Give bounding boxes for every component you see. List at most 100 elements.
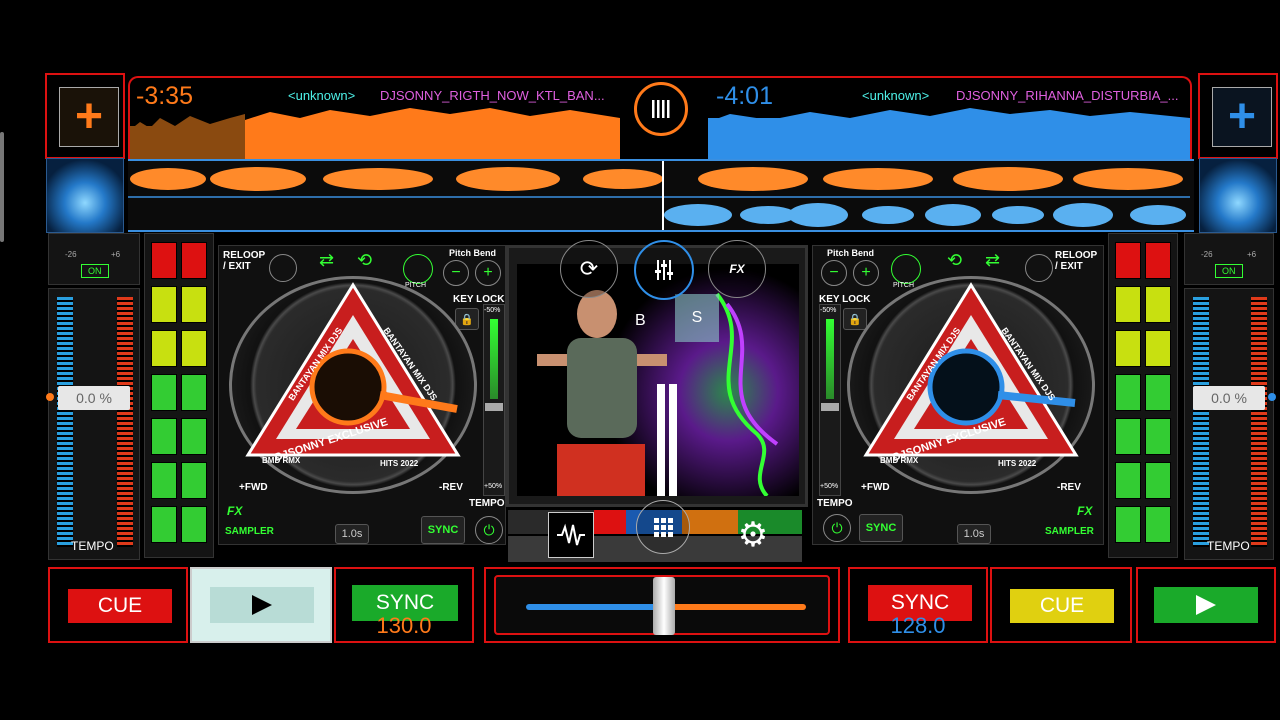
deck-a-level-meter-right — [117, 297, 133, 547]
deck-a-tempo-panel[interactable]: 0.0 % TEMPO — [48, 288, 140, 560]
deck-b-play-container — [1136, 567, 1276, 643]
deck-b-bpm: 128.0 — [890, 613, 946, 638]
page-scrollbar[interactable] — [0, 132, 4, 242]
deck-a-pad-meter[interactable] — [144, 233, 214, 558]
level-pad — [181, 330, 207, 367]
play-icon — [252, 595, 272, 615]
deck-a-pitch-value[interactable]: 0.0 % — [58, 386, 130, 410]
level-pad — [1145, 374, 1171, 411]
level-pad — [1115, 506, 1141, 543]
waveform-icon[interactable] — [548, 512, 594, 558]
deck-a-pitch-bend-label: Pitch Bend — [449, 248, 497, 258]
repeat-icon[interactable]: ⟲ — [357, 250, 372, 271]
deck-b: Pitch Bend − + PITCH ⟲ ⇄ RELOOP / EXIT K… — [812, 245, 1104, 545]
play-icon — [1196, 595, 1216, 615]
shuffle-icon[interactable]: ⇄ — [985, 250, 1000, 271]
deck-b-track-title: DJSONNY_RIHANNA_DISTURBIA_... — [956, 88, 1179, 103]
gear-icon[interactable]: ⚙ — [730, 512, 776, 558]
deck-b-artist: <unknown> — [862, 88, 930, 103]
deck-b-pad-meter[interactable] — [1108, 233, 1178, 558]
deck-b-reloop-button[interactable] — [1025, 254, 1053, 282]
scrolling-waveforms[interactable] — [128, 159, 1194, 232]
deck-b-cue-small-button[interactable]: ⏻ — [823, 514, 851, 542]
repeat-icon[interactable]: ⟲ — [947, 250, 962, 271]
grid-icon[interactable] — [636, 500, 690, 554]
shuffle-icon[interactable]: ⇄ — [319, 250, 334, 271]
crossfader[interactable] — [494, 575, 830, 635]
deck-b-add-track-button[interactable]: + — [1198, 73, 1278, 159]
deck-b-pitch-value[interactable]: 0.0 % — [1193, 386, 1265, 410]
deck-a-sampler-button[interactable]: SAMPLER — [225, 526, 274, 537]
video-s-label[interactable]: S — [675, 294, 719, 342]
deck-b-speaker-icon[interactable] — [1199, 158, 1277, 233]
deck-a-fx-label[interactable]: FX — [227, 504, 242, 518]
level-pad — [1145, 330, 1171, 367]
deck-a-sync-small-button[interactable]: SYNC — [421, 516, 465, 544]
level-pad — [1115, 374, 1141, 411]
deck-a-speaker-icon[interactable] — [46, 158, 124, 233]
deck-a-sync-container: SYNC 130.0 — [334, 567, 474, 643]
level-pad — [151, 330, 177, 367]
deck-a-fwd-label: +FWD — [239, 482, 268, 493]
deck-a-pitch-bend-plus[interactable]: + — [475, 260, 501, 286]
video-b-label[interactable]: B — [635, 312, 646, 330]
deck-a-gain-on[interactable]: ON — [81, 264, 109, 278]
deck-b-pitch-marker — [1268, 393, 1276, 401]
deck-b-fx-label[interactable]: FX — [1077, 504, 1092, 518]
deck-b-sampler-button[interactable]: SAMPLER — [1045, 526, 1094, 537]
deck-b-cue-button[interactable]: CUE — [1010, 589, 1114, 623]
deck-a-artist: <unknown> — [288, 88, 356, 103]
fx-button[interactable]: FX — [708, 240, 766, 298]
deck-b-pitch-bend-minus[interactable]: − — [821, 260, 847, 286]
deck-a-add-track-button[interactable]: + — [45, 73, 125, 159]
crossfader-handle[interactable] — [653, 577, 675, 635]
level-pad — [151, 418, 177, 455]
level-pad — [1115, 286, 1141, 323]
deck-a-reloop-button[interactable] — [269, 254, 297, 282]
deck-b-gain-on[interactable]: ON — [1215, 264, 1243, 278]
deck-b-reloop-label: RELOOP / EXIT — [1055, 250, 1098, 272]
deck-b-loop-length[interactable]: 1.0s — [957, 524, 991, 544]
deck-a-tempo-label: TEMPO — [469, 498, 505, 509]
deck-b-side-tempo-label: TEMPO — [1207, 539, 1250, 553]
level-pad — [1115, 330, 1141, 367]
menu-button[interactable] — [634, 82, 688, 136]
deck-a-loop-length[interactable]: 1.0s — [335, 524, 369, 544]
deck-a-gain-knob[interactable]: -26 +6 ON — [48, 233, 140, 285]
level-pad — [1145, 242, 1171, 279]
level-pad — [151, 374, 177, 411]
level-pad — [181, 506, 207, 543]
deck-b-pitch-fader[interactable]: -50% +50% — [819, 304, 841, 496]
deck-b-gain-knob[interactable]: -26 +6 ON — [1184, 233, 1274, 285]
deck-b-play-button[interactable] — [1154, 587, 1258, 623]
deck-a-cue-small-button[interactable]: ⏻ — [475, 516, 503, 544]
deck-a-side-tempo-label: TEMPO — [71, 539, 114, 553]
level-pad — [151, 506, 177, 543]
deck-a-play-button[interactable] — [210, 587, 314, 623]
deck-b-level-meter-left — [1193, 297, 1209, 547]
level-pad — [181, 462, 207, 499]
sliders-icon[interactable] — [634, 240, 694, 300]
deck-b-pitch-fader-handle[interactable] — [821, 403, 839, 411]
plus-icon: + — [1212, 87, 1272, 147]
deck-a-pitch-fader[interactable]: -50% +50% — [483, 304, 505, 496]
level-pad — [181, 374, 207, 411]
level-pad — [1145, 462, 1171, 499]
deck-a-pitch-marker — [46, 393, 54, 401]
deck-a-cue-container: CUE — [48, 567, 188, 643]
deck-a-turntable[interactable]: BANTAYAN MIX DJS BANTAYAN MIX DJS DJSONN… — [229, 276, 477, 494]
rotate-icon[interactable]: ⟳ — [560, 240, 618, 298]
deck-a-cue-button[interactable]: CUE — [68, 589, 172, 623]
deck-a: RELOOP / EXIT ⇄ ⟲ Pitch Bend PITCH − + K… — [218, 245, 506, 545]
deck-b-tempo-panel[interactable]: 0.0 % TEMPO — [1184, 288, 1274, 560]
deck-a-level-meter-left — [57, 297, 73, 547]
deck-b-level-meter-right — [1251, 297, 1267, 547]
level-pad — [1115, 462, 1141, 499]
deck-b-turntable[interactable]: BANTAYAN MIX DJS BANTAYAN MIX DJS DJSONN… — [847, 276, 1095, 494]
deck-a-time-remaining: -3:35 — [136, 82, 193, 110]
level-pad — [1115, 418, 1141, 455]
deck-b-sync-small-button[interactable]: SYNC — [859, 514, 903, 542]
deck-a-pitch-fader-handle[interactable] — [485, 403, 503, 411]
level-pad — [181, 242, 207, 279]
deck-b-pitch-bend-label: Pitch Bend — [827, 248, 875, 258]
